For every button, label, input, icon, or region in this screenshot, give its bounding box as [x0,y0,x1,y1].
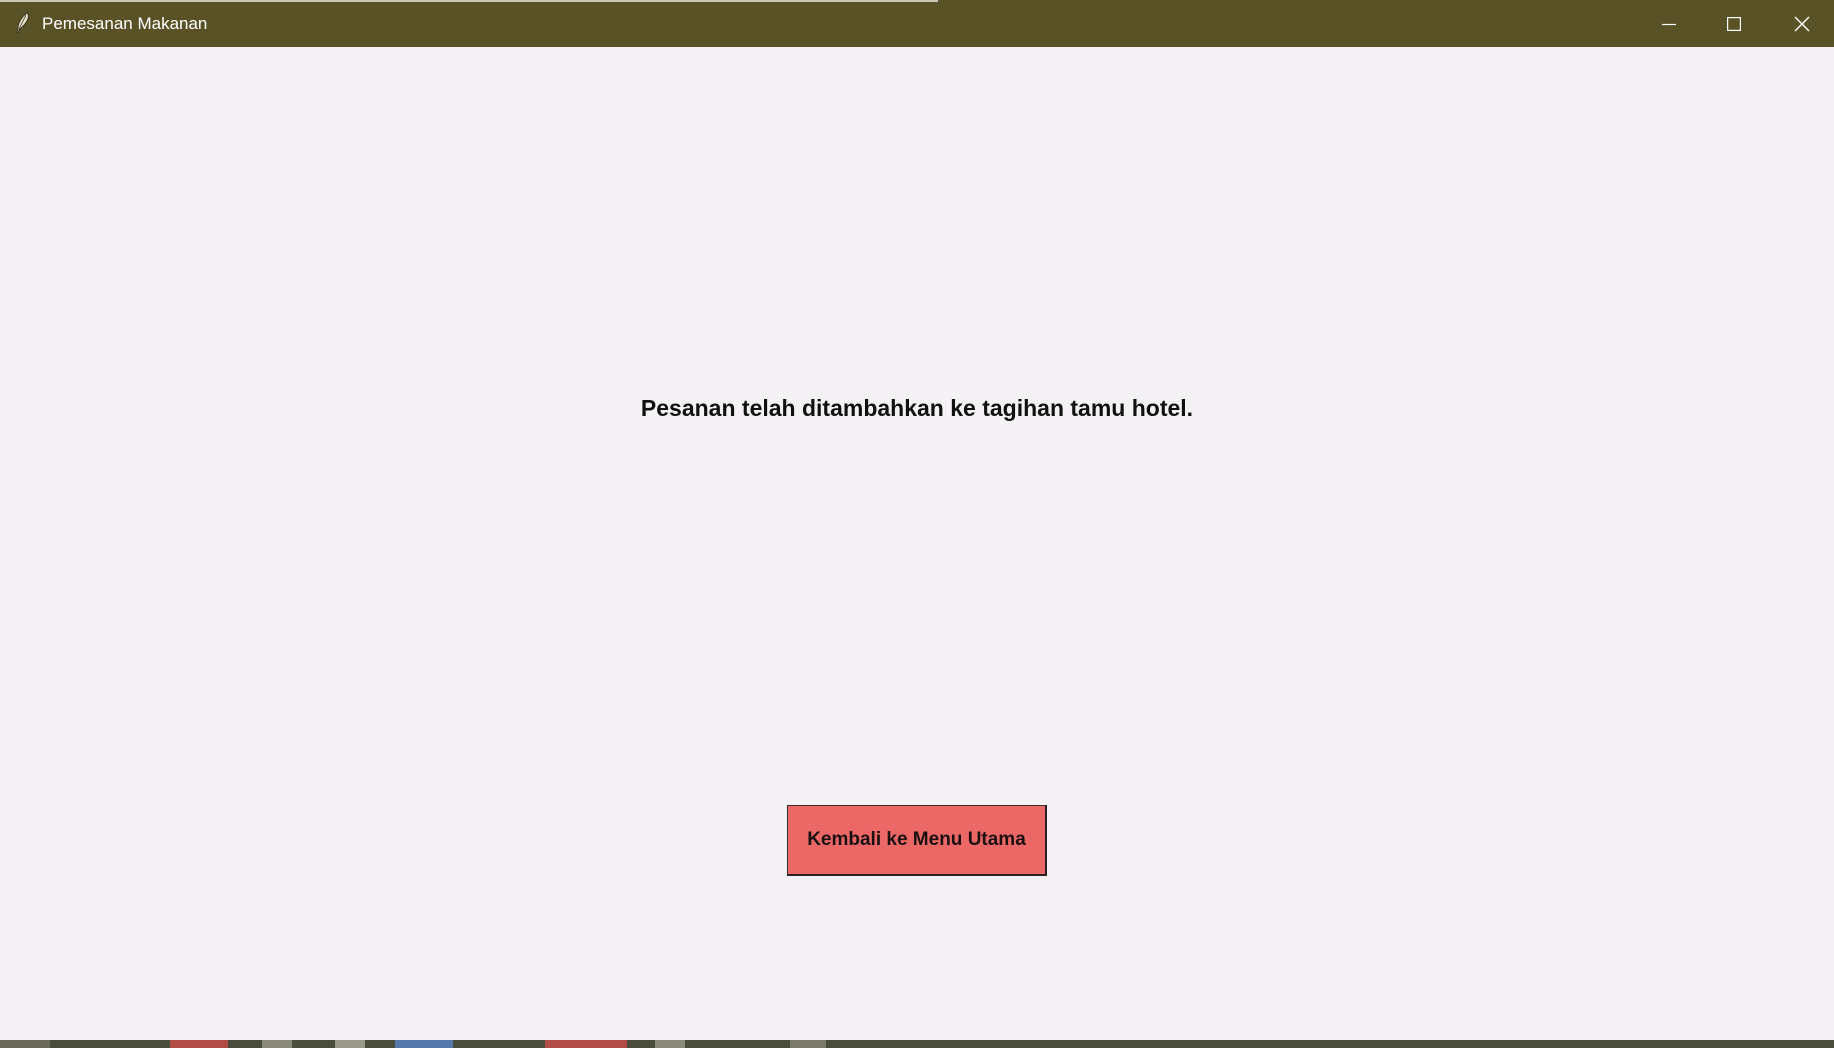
close-button[interactable] [1769,0,1834,47]
taskbar-edge [0,1040,1834,1048]
confirmation-message: Pesanan telah ditambahkan ke tagihan tam… [640,395,1194,421]
close-icon [1794,16,1810,32]
app-window: Pemesanan Makanan Pesanan telah ditambah… [0,0,1834,1048]
maximize-icon [1726,16,1741,31]
maximize-button[interactable] [1701,0,1766,47]
feather-icon [14,12,32,34]
window-title: Pemesanan Makanan [42,14,208,33]
back-to-main-menu-button[interactable]: Kembali ke Menu Utama [787,805,1047,876]
minimize-icon [1661,17,1676,31]
title-bar[interactable]: Pemesanan Makanan [0,0,1834,47]
minimize-button[interactable] [1636,0,1701,47]
title-bar-accent [0,0,938,2]
